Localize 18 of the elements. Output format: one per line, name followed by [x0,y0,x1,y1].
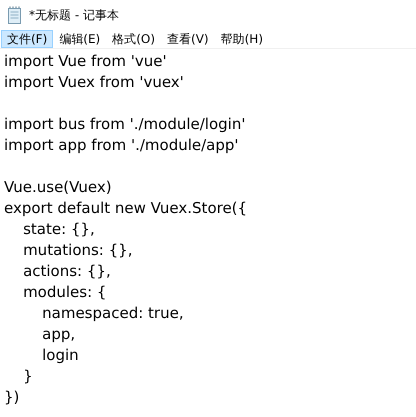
code-line: import Vue from 'vue' [4,52,167,70]
code-line: Vue.use(Vuex) [4,178,112,196]
code-line: } [22,367,33,385]
window-title: *无标题 - 记事本 [29,6,119,24]
notepad-icon [7,6,23,24]
code-line: import app from './module/app' [4,136,239,154]
code-line: modules: { [22,283,106,301]
code-line: import bus from './module/login' [4,115,246,133]
code-line: }) [4,388,20,406]
code-line: login [41,346,79,364]
code-line: state: {}, [22,220,95,238]
code-line: export default new Vuex.Store({ [4,199,248,217]
code-line: import Vuex from 'vuex' [4,73,184,91]
menu-item[interactable]: 文件(F) [1,30,54,48]
code-line: app, [41,325,76,343]
code-line: mutations: {}, [22,241,132,259]
code-line: actions: {}, [22,262,111,280]
code-line: namespaced: true, [41,304,184,322]
